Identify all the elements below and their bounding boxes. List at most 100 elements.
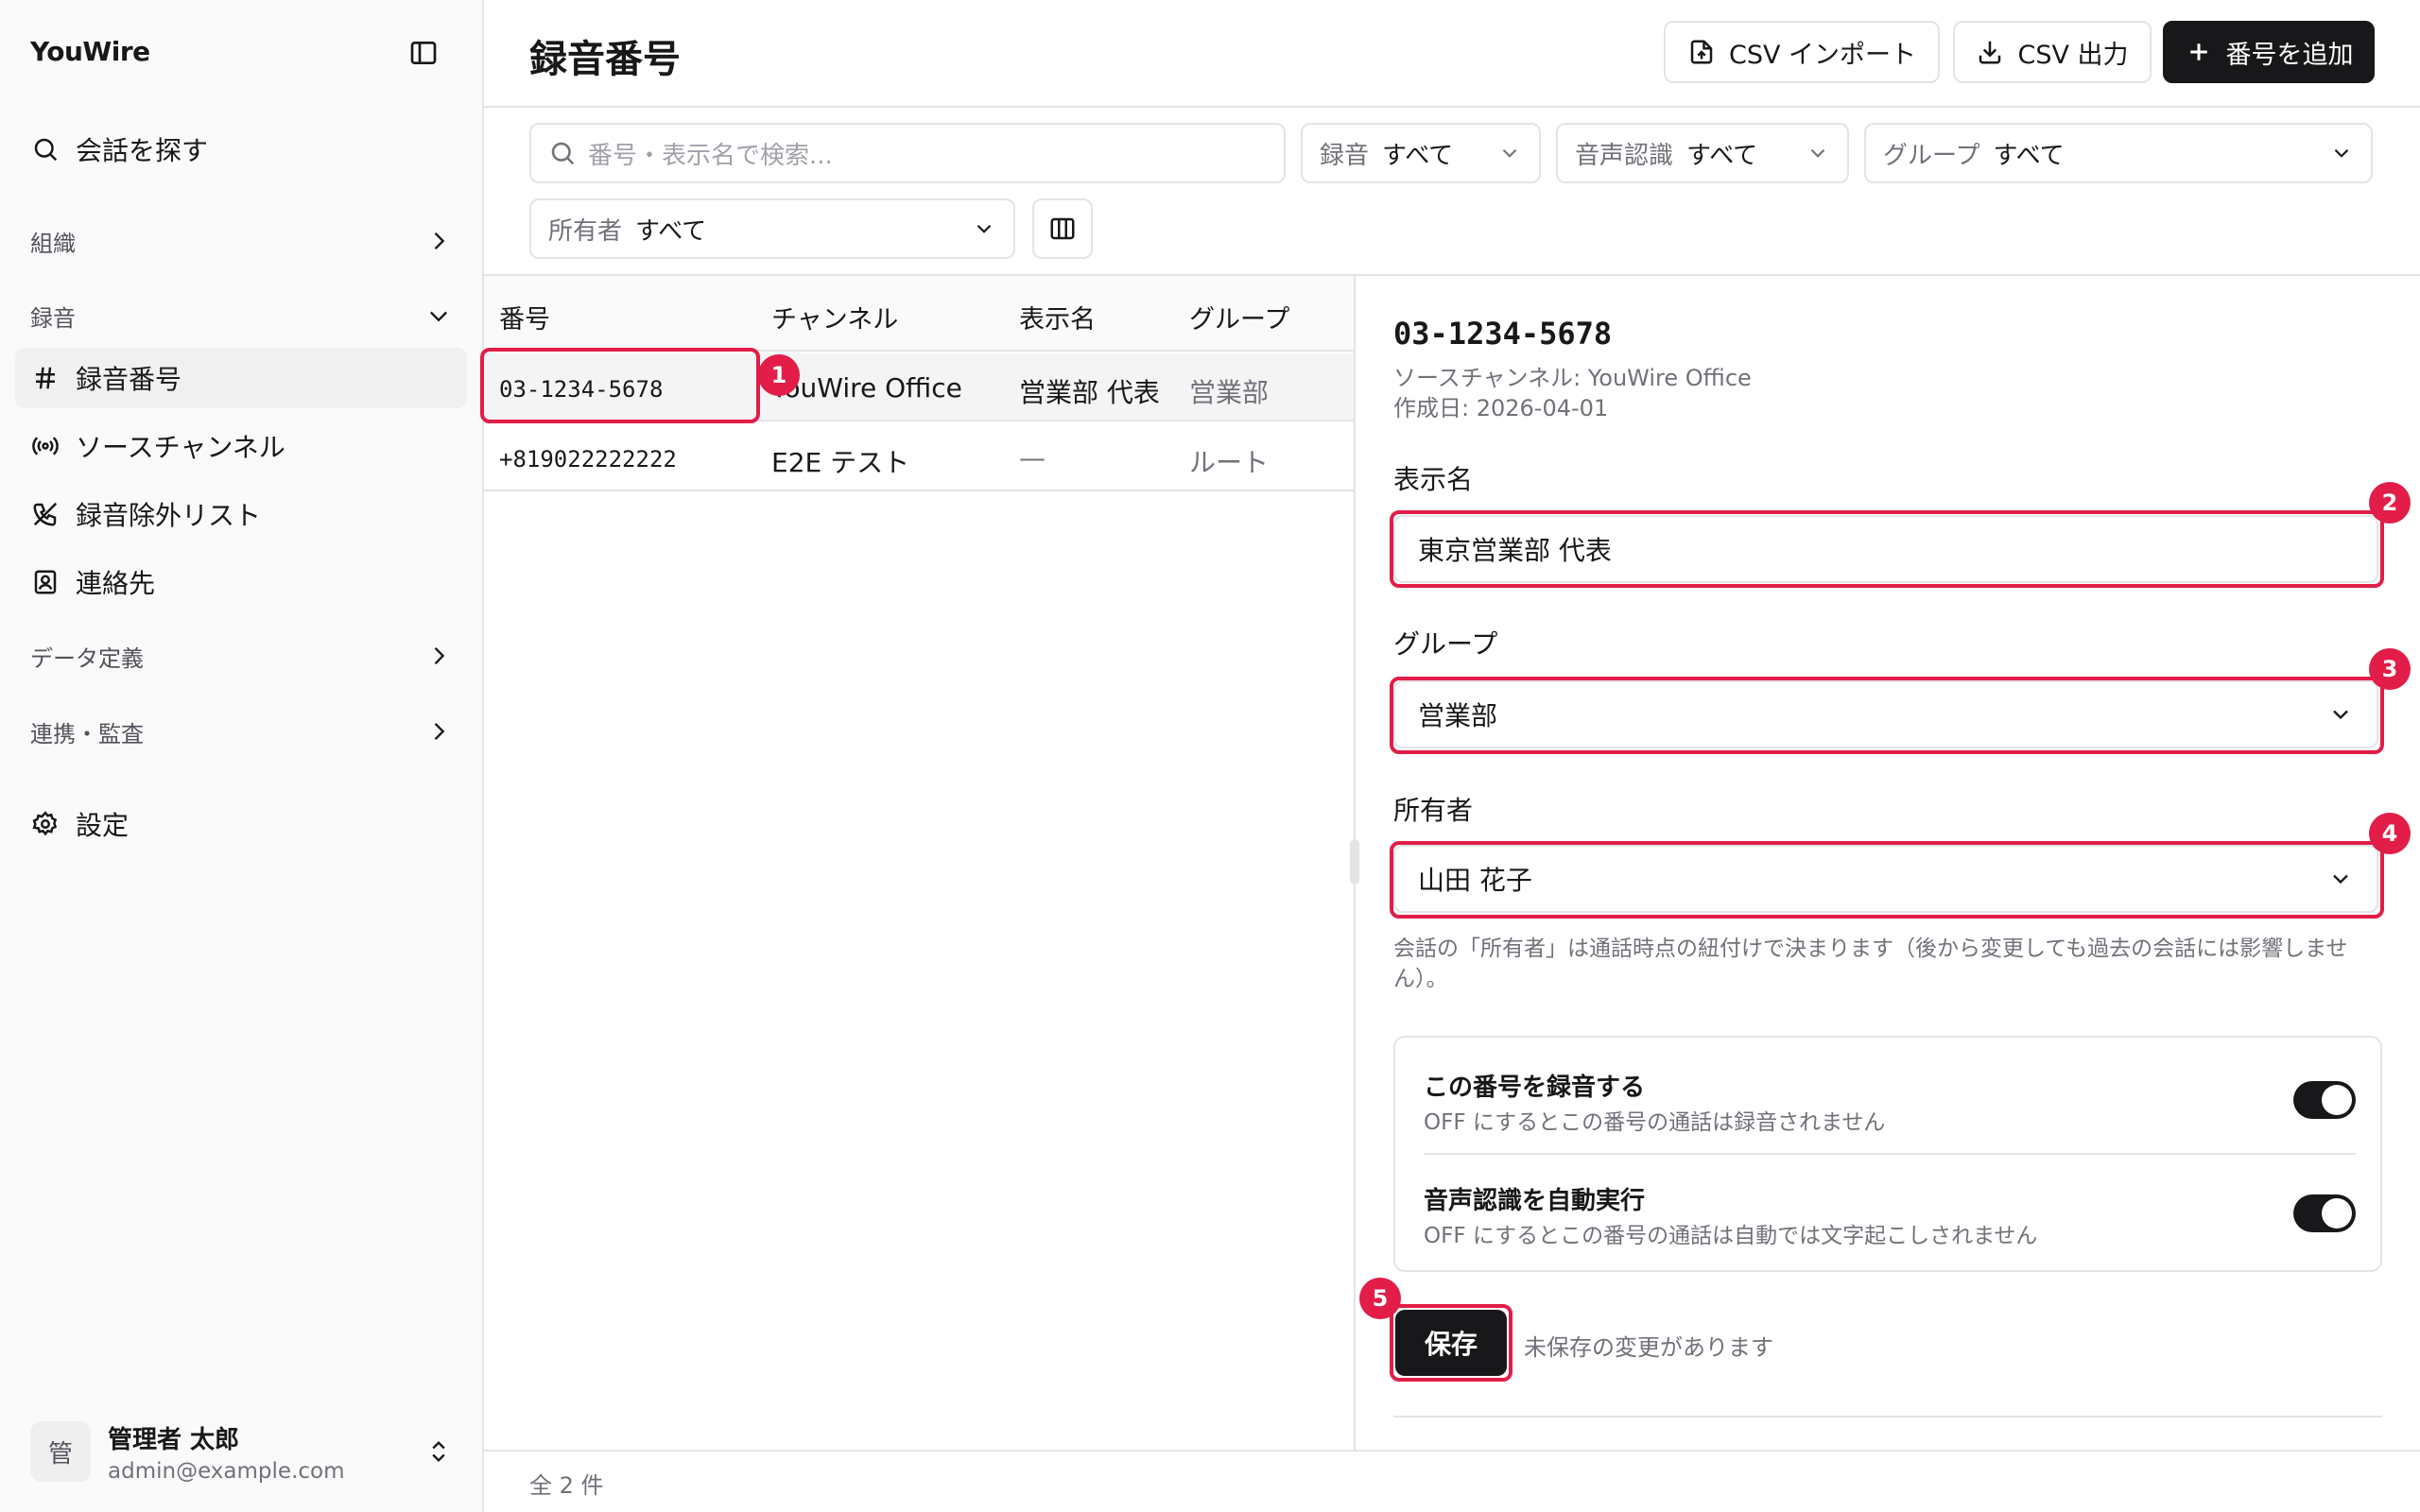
sidebar-item-numbers[interactable]: 録音番号 [15, 348, 467, 408]
chevron-down-icon [2329, 141, 2354, 165]
search-placeholder: 番号・表示名で検索... [588, 141, 833, 170]
column-header-display-name[interactable]: 表示名 [1019, 299, 1096, 335]
hash-icon [30, 363, 60, 393]
chevron-down-icon [972, 216, 996, 241]
toggle-asr-title: 音声認識を自動実行 [1424, 1187, 1646, 1215]
add-number-button[interactable]: 番号を追加 [2163, 21, 2375, 83]
sidebar-item-settings[interactable]: 設定 [15, 794, 467, 854]
sidebar: YouWire 会話を探す 組織 録音 録音番号 ソースチャンネル 録音除外リス… [0, 0, 484, 1512]
nav-section-org-label: 組織 [30, 230, 76, 257]
sidebar-item-contacts[interactable]: 連絡先 [15, 552, 467, 612]
recording-filter-value: すべて [1382, 141, 1454, 170]
highlight-1 [480, 348, 760, 423]
search-icon [30, 134, 60, 164]
toggle-knob [2322, 1198, 2352, 1228]
group-filter-label: グループ [1883, 141, 1980, 170]
plus-icon [2185, 38, 2213, 66]
nav-section-data-def[interactable]: データ定義 [30, 637, 452, 675]
asr-filter[interactable]: 音声認識 すべて [1556, 123, 1849, 183]
total-count: 全 2 件 [529, 1472, 604, 1499]
unsaved-notice: 未保存の変更があります [1524, 1334, 1773, 1361]
chevron-down-icon [425, 302, 452, 329]
csv-import-button[interactable]: CSV インポート [1664, 21, 1940, 83]
file-import-icon [1687, 38, 1716, 66]
table-row[interactable]: +819022222222 E2E テスト — ルート [484, 423, 1354, 491]
toggle-divider [1424, 1153, 2356, 1155]
detail-created: 作成日: 2026-04-01 [1393, 395, 1609, 421]
detail-bottom-divider [1393, 1416, 2382, 1418]
annotation-badge-3: 3 [2369, 648, 2411, 690]
chevron-down-icon [1497, 141, 1522, 165]
toggle-record-title: この番号を録音する [1424, 1074, 1646, 1102]
header-divider [484, 106, 2420, 108]
cell-channel: YouWire Office [771, 372, 962, 404]
column-header-group[interactable]: グループ [1189, 299, 1289, 335]
search-input[interactable]: 番号・表示名で検索... [529, 123, 1286, 183]
group-filter-value: すべて [1993, 141, 2065, 170]
search-icon [548, 139, 577, 167]
nav-section-recording[interactable]: 録音 [30, 297, 452, 335]
columns-icon [1048, 215, 1077, 243]
detail-number: 03-1234-5678 [1393, 316, 1613, 352]
highlight-4 [1390, 841, 2384, 919]
resize-handle[interactable] [1350, 839, 1359, 885]
group-label: グループ [1393, 628, 1498, 660]
chevron-right-icon [425, 718, 452, 745]
detail-source: ソースチャンネル: YouWire Office [1393, 365, 1752, 391]
asr-toggle[interactable] [2293, 1194, 2356, 1232]
toggle-record-desc: OFF にするとこの番号の通話は録音されません [1424, 1110, 1886, 1135]
chevrons-up-down-icon [425, 1438, 452, 1465]
display-name-label: 表示名 [1393, 464, 1474, 495]
csv-export-button[interactable]: CSV 出力 [1953, 21, 2152, 83]
cell-display-name: 営業部 代表 [1019, 377, 1160, 408]
sidebar-item-source-channels[interactable]: ソースチャンネル [15, 416, 467, 476]
cell-group: 営業部 [1189, 377, 1270, 408]
nav-search-conversations[interactable]: 会話を探す [15, 119, 467, 180]
user-name: 管理者 太郎 [108, 1425, 240, 1454]
avatar: 管 [30, 1421, 91, 1482]
column-header-channel[interactable]: チャンネル [771, 299, 898, 335]
user-menu[interactable]: 管 管理者 太郎 admin@example.com [30, 1418, 452, 1486]
contact-book-icon [30, 567, 60, 597]
cell-display-name: — [1019, 442, 1046, 473]
nav-section-integration[interactable]: 連携・監査 [30, 713, 452, 750]
owner-filter-value: すべて [635, 216, 707, 246]
columns-toggle-button[interactable] [1032, 198, 1093, 259]
sidebar-item-label: ソースチャンネル [76, 432, 285, 463]
csv-import-label: CSV インポート [1728, 40, 1917, 70]
add-number-label: 番号を追加 [2225, 40, 2354, 70]
owner-label: 所有者 [1393, 795, 1474, 826]
cell-channel: E2E テスト [771, 447, 910, 478]
group-filter[interactable]: グループ すべて [1864, 123, 2373, 183]
user-email: admin@example.com [108, 1458, 345, 1484]
gear-icon [30, 809, 60, 839]
toggle-asr-desc: OFF にするとこの番号の通話は自動では文字起こしされません [1424, 1224, 2038, 1248]
owner-help-text: 会話の「所有者」は通話時点の紐付けで決まります（後から変更しても過去の会話には影… [1393, 936, 2348, 991]
chevron-right-icon [425, 643, 452, 669]
owner-filter[interactable]: 所有者 すべて [529, 198, 1015, 259]
nav-section-integration-label: 連携・監査 [30, 720, 144, 747]
phone-off-icon [30, 499, 60, 529]
annotation-badge-4: 4 [2369, 813, 2411, 854]
footer-divider [484, 1450, 2420, 1452]
sidebar-item-exclusions[interactable]: 録音除外リスト [15, 484, 467, 544]
nav-section-org[interactable]: 組織 [30, 222, 452, 260]
chevron-right-icon [425, 228, 452, 254]
table-header: 番号 チャンネル 表示名 グループ [484, 276, 1354, 352]
sidebar-toggle-icon[interactable] [408, 38, 439, 68]
annotation-badge-5: 5 [1359, 1278, 1401, 1319]
toggle-row-asr: 音声認識を自動実行 OFF にするとこの番号の通話は自動では文字起こしされません [1424, 1181, 2356, 1276]
column-header-number[interactable]: 番号 [499, 299, 550, 335]
download-icon [1976, 38, 2004, 66]
nav-section-data-def-label: データ定義 [30, 644, 144, 672]
chevron-down-icon [1806, 141, 1830, 165]
recording-filter[interactable]: 録音 すべて [1301, 123, 1541, 183]
page-title: 録音番号 [529, 38, 681, 81]
record-toggle[interactable] [2293, 1081, 2356, 1119]
nav-search-label: 会話を探す [76, 135, 209, 166]
asr-filter-value: すべて [1686, 141, 1758, 170]
owner-filter-label: 所有者 [548, 216, 623, 246]
cell-number: +819022222222 [499, 446, 677, 472]
highlight-3 [1390, 677, 2384, 754]
radio-icon [30, 431, 60, 461]
